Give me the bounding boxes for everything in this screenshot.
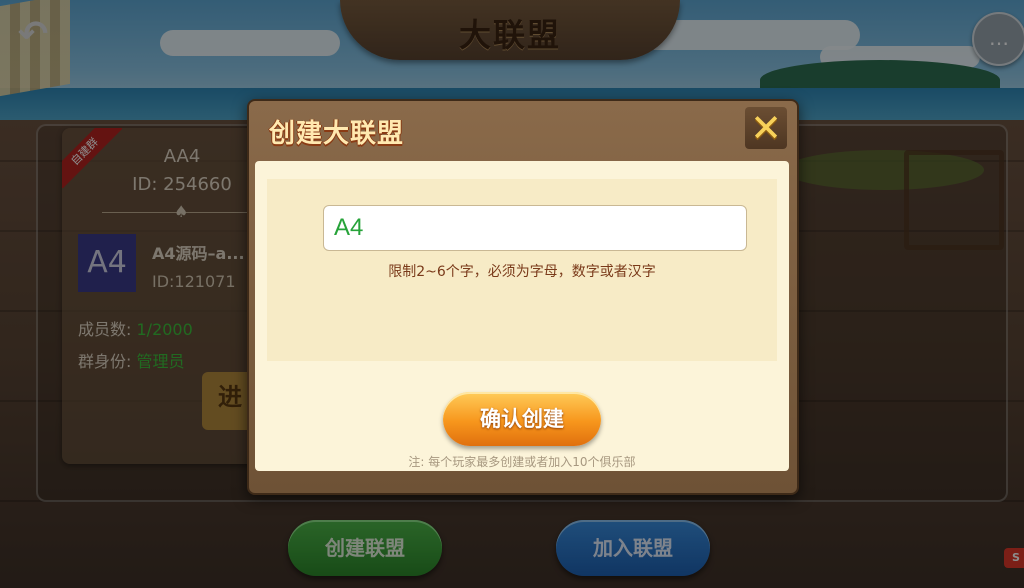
close-x-icon: ✕ bbox=[750, 106, 782, 150]
limit-note: 注: 每个玩家最多创建或者加入10个俱乐部 bbox=[408, 455, 636, 469]
create-alliance-dialog: 创建大联盟 ✕ A4 限制2~6个字，必须为字母，数字或者汉字 确认创建 注: … bbox=[247, 99, 799, 495]
dialog-title: 创建大联盟 bbox=[269, 119, 405, 149]
dialog-body: A4 限制2~6个字，必须为字母，数字或者汉字 确认创建 注: 每个玩家最多创建… bbox=[255, 161, 789, 471]
alliance-name-input[interactable]: A4 bbox=[323, 205, 747, 251]
confirm-create-button[interactable]: 确认创建 bbox=[443, 392, 601, 446]
input-area: A4 限制2~6个字，必须为字母，数字或者汉字 bbox=[267, 179, 777, 361]
close-button[interactable]: ✕ bbox=[745, 107, 787, 149]
input-hint: 限制2~6个字，必须为字母，数字或者汉字 bbox=[388, 264, 656, 280]
